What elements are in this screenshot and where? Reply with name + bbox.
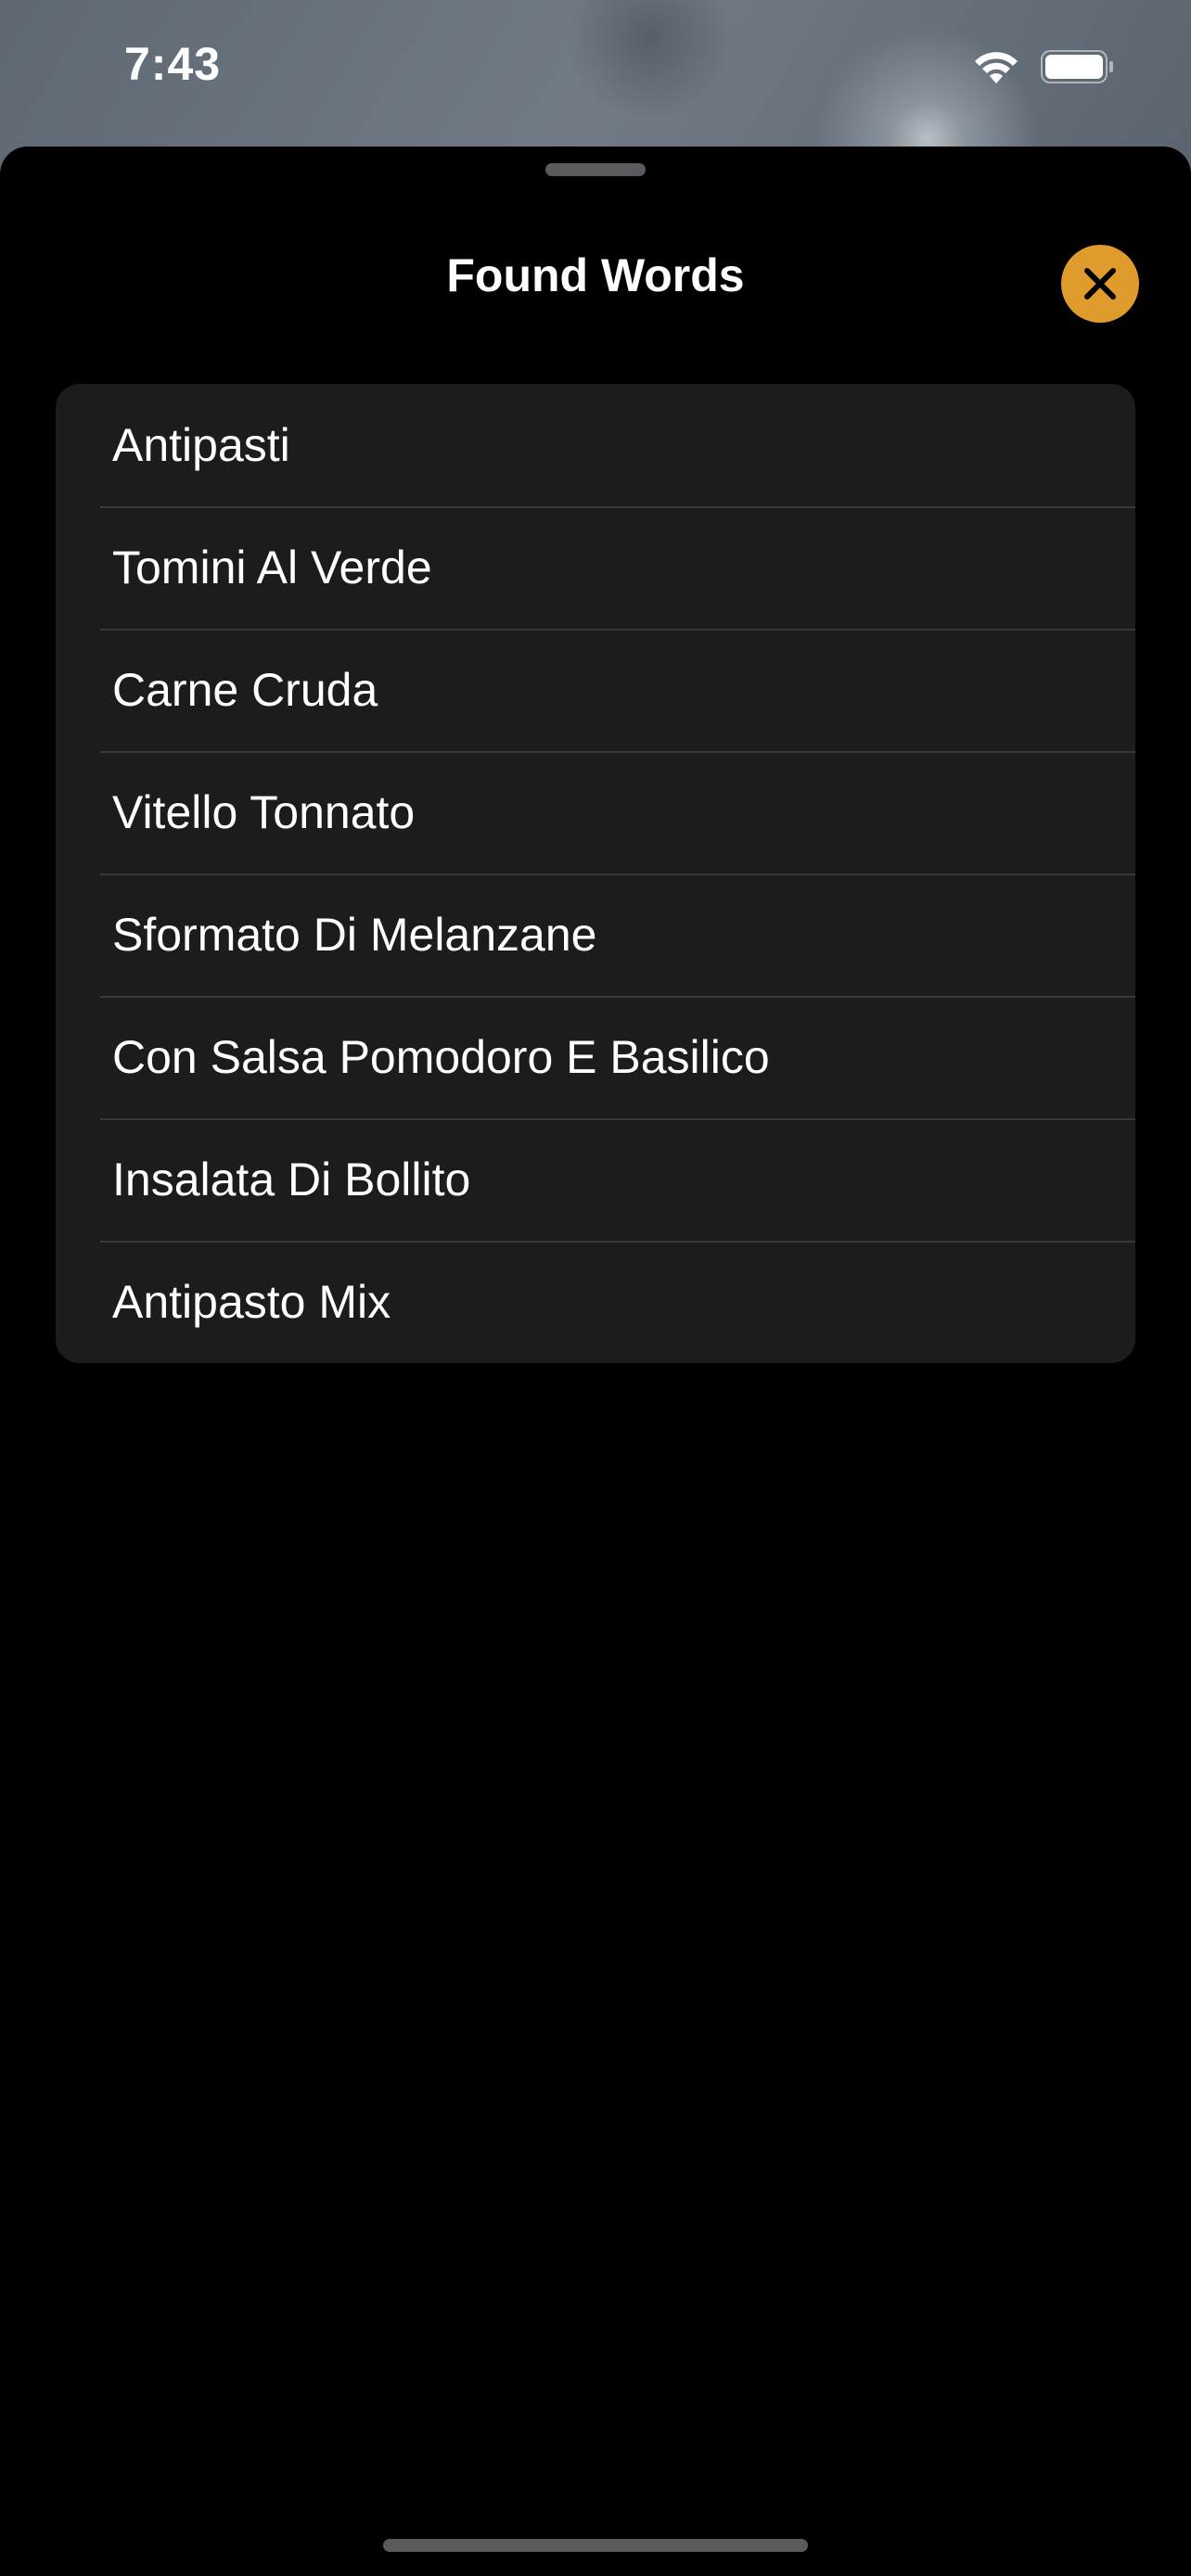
list-item-label: Antipasto Mix	[112, 1276, 391, 1328]
list-item-label: Vitello Tonnato	[112, 786, 416, 838]
list-item-label: Antipasti	[112, 419, 290, 471]
close-button[interactable]	[1061, 245, 1139, 323]
sheet-grabber[interactable]	[545, 163, 646, 176]
list-item[interactable]: Sformato Di Melanzane	[56, 874, 1135, 996]
list-item[interactable]: Insalata Di Bollito	[56, 1118, 1135, 1241]
list-item[interactable]: Antipasto Mix	[56, 1241, 1135, 1363]
list-item[interactable]: Antipasti	[56, 384, 1135, 506]
sheet-title: Found Words	[446, 249, 745, 301]
found-words-list: Antipasti Tomini Al Verde Carne Cruda Vi…	[56, 384, 1135, 1363]
home-indicator[interactable]	[383, 2539, 808, 2552]
list-item-label: Carne Cruda	[112, 664, 378, 716]
battery-icon	[1041, 50, 1113, 83]
list-item-label: Con Salsa Pomodoro E Basilico	[112, 1031, 770, 1083]
list-item[interactable]: Tomini Al Verde	[56, 506, 1135, 629]
status-bar: 7:43	[0, 0, 1191, 139]
list-item[interactable]: Carne Cruda	[56, 629, 1135, 751]
list-item[interactable]: Vitello Tonnato	[56, 751, 1135, 874]
screen: 7:43 Found Words Antipasti Tomini Al Ver…	[0, 0, 1191, 2576]
status-time: 7:43	[124, 38, 222, 90]
found-words-sheet: Found Words Antipasti Tomini Al Verde Ca…	[0, 147, 1191, 2576]
list-item-label: Sformato Di Melanzane	[112, 909, 597, 961]
list-item-label: Tomini Al Verde	[112, 542, 432, 593]
wifi-icon	[975, 52, 1018, 83]
list-item-label: Insalata Di Bollito	[112, 1154, 471, 1205]
list-item[interactable]: Con Salsa Pomodoro E Basilico	[56, 996, 1135, 1118]
close-icon	[1084, 268, 1116, 300]
